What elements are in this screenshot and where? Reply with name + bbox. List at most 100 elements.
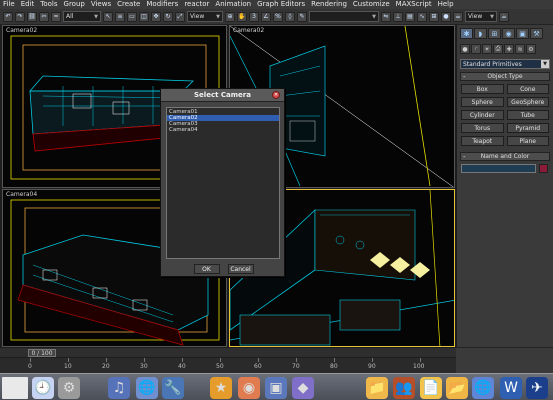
sphere-button[interactable]: Sphere — [461, 97, 504, 107]
layer-icon[interactable]: ▤ — [405, 11, 415, 22]
time-slider-thumb[interactable]: 0 / 100 — [28, 349, 56, 357]
viewport-label[interactable]: Camera04 — [6, 191, 37, 198]
torus-button[interactable]: Torus — [461, 123, 504, 133]
bird-icon[interactable]: ✈ — [526, 377, 548, 399]
tube-button[interactable]: Tube — [506, 110, 549, 120]
manipulate-icon[interactable]: ✋ — [237, 11, 247, 22]
material-editor-icon[interactable]: ● — [441, 11, 451, 22]
render-view-dropdown[interactable]: View ▼ — [465, 11, 497, 22]
time-slider[interactable]: 0 / 100 — [0, 347, 456, 357]
cube-icon[interactable]: ◆ — [292, 377, 314, 399]
geosphere-button[interactable]: GeoSphere — [506, 97, 549, 107]
dialog-title-bar[interactable]: Select Camera ✕ — [161, 89, 284, 102]
globe-icon[interactable]: 🌐 — [136, 377, 158, 399]
cylinder-button[interactable]: Cylinder — [461, 110, 504, 120]
schematic-icon[interactable]: ⊞ — [429, 11, 439, 22]
star-icon[interactable]: ★ — [210, 377, 232, 399]
curve-editor-icon[interactable]: ∿ — [417, 11, 427, 22]
teapot-button[interactable]: Teapot — [461, 136, 504, 146]
media-icon[interactable]: ♫ — [108, 377, 130, 399]
folder-icon[interactable]: 📁 — [366, 377, 388, 399]
box-icon[interactable]: ▣ — [265, 377, 287, 399]
object-color-swatch[interactable] — [539, 164, 548, 173]
menu-rendering[interactable]: Rendering — [311, 0, 347, 9]
window-crossing-icon[interactable]: ◫ — [139, 11, 149, 22]
menu-modifiers[interactable]: Modifiers — [146, 0, 178, 9]
cancel-button[interactable]: Cancel — [227, 264, 254, 274]
quick-render-icon[interactable]: ☕ — [499, 11, 509, 22]
display-tab-icon[interactable]: ▣ — [516, 28, 529, 39]
helpers-icon[interactable]: ✚ — [504, 44, 514, 54]
object-name-field[interactable] — [461, 164, 536, 173]
render-setup-icon[interactable]: ☕ — [453, 11, 463, 22]
name-color-rollout[interactable]: - Name and Color — [460, 152, 550, 161]
rect-selection-icon[interactable]: ▭ — [127, 11, 137, 22]
geometry-icon[interactable]: ● — [460, 44, 470, 54]
shapes-icon[interactable]: ◜ — [471, 44, 481, 54]
snap-icon[interactable]: 3 — [249, 11, 259, 22]
spinner-snap-icon[interactable]: ◊ — [285, 11, 295, 22]
network-icon[interactable]: 🌐 — [472, 377, 494, 399]
selection-filter-dropdown[interactable]: All ▼ — [63, 11, 101, 22]
tools-icon[interactable]: 🔧 — [162, 377, 184, 399]
start-tile[interactable] — [2, 377, 28, 399]
folder-open-icon[interactable]: 📂 — [446, 377, 468, 399]
angle-snap-icon[interactable]: ∠ — [261, 11, 271, 22]
menu-customize[interactable]: Customize — [353, 0, 390, 9]
move-icon[interactable]: ✥ — [151, 11, 161, 22]
close-icon[interactable]: ✕ — [272, 91, 280, 99]
pyramid-button[interactable]: Pyramid — [506, 123, 549, 133]
menu-reactor[interactable]: reactor — [184, 0, 209, 9]
object-type-rollout[interactable]: - Object Type — [460, 72, 550, 81]
reference-coord-dropdown[interactable]: View ▼ — [187, 11, 223, 22]
select-by-name-icon[interactable]: ≡ — [115, 11, 125, 22]
clock-icon[interactable]: 🕘 — [32, 377, 54, 399]
menu-maxscript[interactable]: MAXScript — [396, 0, 432, 9]
bind-space-warp-icon[interactable]: ≈ — [51, 11, 61, 22]
category-dropdown[interactable]: Standard Primitives ▼ — [460, 59, 550, 69]
systems-icon[interactable]: ⚙ — [526, 44, 536, 54]
disk-icon[interactable]: ⚙ — [58, 377, 80, 399]
hierarchy-tab-icon[interactable]: ⊞ — [488, 28, 501, 39]
track-bar[interactable]: 0 10 20 30 40 50 60 70 80 90 100 — [0, 357, 456, 373]
menu-group[interactable]: Group — [64, 0, 85, 9]
word-icon[interactable]: W — [500, 377, 522, 399]
named-selection-icon[interactable]: ✎ — [297, 11, 307, 22]
redo-icon[interactable]: ↷ — [15, 11, 25, 22]
select-object-icon[interactable]: ↖ — [103, 11, 113, 22]
modify-tab-icon[interactable]: ◗ — [474, 28, 487, 39]
cameras-icon[interactable]: ⎙ — [493, 44, 503, 54]
create-tab-icon[interactable]: ✱ — [460, 28, 473, 39]
lights-icon[interactable]: ☀ — [482, 44, 492, 54]
menu-graph-editors[interactable]: Graph Editors — [257, 0, 305, 9]
align-icon[interactable]: ⊥ — [393, 11, 403, 22]
percent-snap-icon[interactable]: % — [273, 11, 283, 22]
motion-tab-icon[interactable]: ◉ — [502, 28, 515, 39]
browser-icon[interactable]: ◉ — [238, 377, 260, 399]
mirror-icon[interactable]: ⇋ — [381, 11, 391, 22]
link-icon[interactable]: ⛓ — [27, 11, 37, 22]
menu-file[interactable]: File — [3, 0, 15, 9]
menu-edit[interactable]: Edit — [21, 0, 35, 9]
pivot-icon[interactable]: ⊕ — [225, 11, 235, 22]
box-button[interactable]: Box — [461, 84, 504, 94]
scale-icon[interactable]: ⤢ — [175, 11, 185, 22]
named-selection-dropdown[interactable]: ▼ — [309, 11, 379, 22]
ok-button[interactable]: OK — [193, 264, 220, 274]
plane-button[interactable]: Plane — [506, 136, 549, 146]
camera-list[interactable]: Camera01 Camera02 Camera03 Camera04 — [166, 107, 280, 259]
menu-create[interactable]: Create — [117, 0, 140, 9]
viewport-label[interactable]: Camera02 — [233, 27, 264, 34]
rotate-icon[interactable]: ↻ — [163, 11, 173, 22]
list-item[interactable]: Camera04 — [167, 127, 279, 133]
viewport-label[interactable]: Camera02 — [6, 27, 37, 34]
undo-icon[interactable]: ↶ — [3, 11, 13, 22]
notes-icon[interactable]: 📄 — [420, 377, 442, 399]
unlink-icon[interactable]: ✂ — [39, 11, 49, 22]
cone-button[interactable]: Cone — [506, 84, 549, 94]
menu-views[interactable]: Views — [91, 0, 111, 9]
menu-tools[interactable]: Tools — [40, 0, 57, 9]
utilities-tab-icon[interactable]: ⚒ — [530, 28, 543, 39]
menu-help[interactable]: Help — [438, 0, 454, 9]
menu-animation[interactable]: Animation — [215, 0, 251, 9]
